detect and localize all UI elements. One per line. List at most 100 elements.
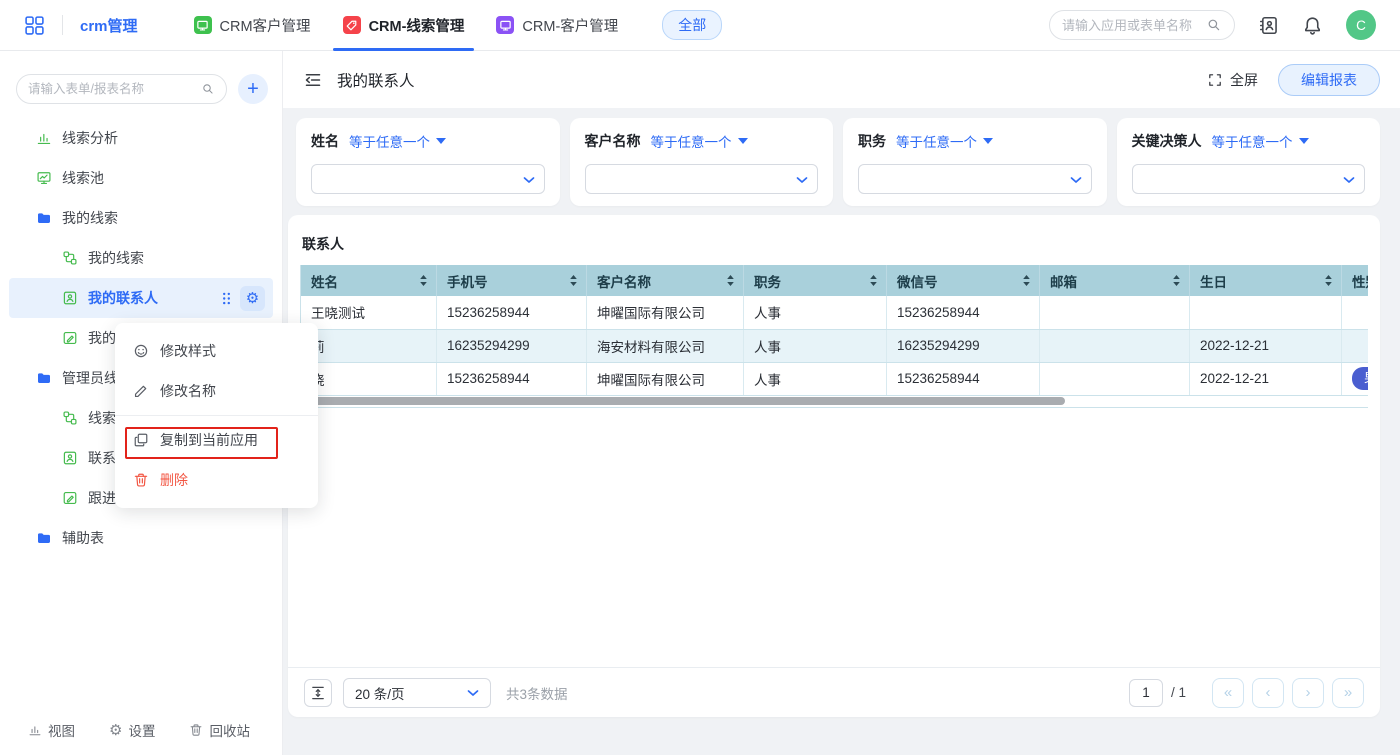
column-header-2[interactable]: 客户名称	[587, 265, 744, 296]
footer-label: 回收站	[209, 720, 250, 740]
sort-icon[interactable]	[726, 274, 735, 287]
next-page-button[interactable]: ›	[1292, 678, 1324, 708]
form-search-input[interactable]	[28, 82, 201, 96]
add-form-button[interactable]: +	[238, 74, 268, 104]
menu-item-modify-style[interactable]: 修改样式	[115, 331, 318, 371]
table-cell: 坤曜国际有限公司	[587, 362, 744, 395]
filter-value-select[interactable]	[311, 164, 545, 194]
chart-icon	[36, 130, 52, 146]
filter-value-select[interactable]	[858, 164, 1092, 194]
fullscreen-button[interactable]: 全屏	[1207, 70, 1258, 90]
app-tab-icon	[343, 16, 361, 34]
prev-page-button[interactable]: ‹	[1252, 678, 1284, 708]
table-cell: 坤曜国际有限公司	[587, 296, 744, 329]
sort-icon[interactable]	[569, 274, 578, 287]
menu-item-rename[interactable]: 修改名称	[115, 371, 318, 411]
filter-head: 关键决策人 等于任意一个	[1132, 131, 1366, 151]
workspace-home-link[interactable]: crm管理	[80, 15, 138, 36]
pagination-bar: 20 条/页 共3条数据 / 1 « ‹ › »	[288, 667, 1380, 717]
menu-item-label: 修改样式	[160, 341, 216, 361]
report-header-actions: 全屏 编辑报表	[1207, 64, 1380, 96]
edit-report-button[interactable]: 编辑报表	[1278, 64, 1380, 96]
sidebar-item-3[interactable]: 我的线索	[0, 238, 282, 278]
form-search[interactable]	[16, 74, 227, 104]
table-cell	[1040, 329, 1190, 362]
column-label: 姓名	[311, 271, 338, 291]
caret-down-icon	[738, 138, 748, 144]
sort-icon[interactable]	[419, 274, 428, 287]
table-cell	[1342, 329, 1369, 362]
contact-icon	[62, 290, 78, 306]
copy-icon	[133, 432, 149, 448]
global-search-input[interactable]	[1062, 18, 1206, 33]
chevron-down-icon	[1343, 174, 1355, 186]
table-cell	[1040, 296, 1190, 329]
folder-icon	[36, 370, 52, 386]
row-height-button[interactable]	[304, 679, 332, 707]
form-settings-gear-icon[interactable]: ⚙	[240, 286, 265, 311]
sidebar-search-row: +	[0, 51, 282, 104]
filter-value-select[interactable]	[1132, 164, 1366, 194]
global-search[interactable]	[1049, 10, 1235, 40]
flow-icon	[62, 250, 78, 266]
footer-label: 设置	[128, 720, 155, 740]
sidebar-item-1[interactable]: 线索池	[0, 158, 282, 198]
menu-item-delete[interactable]: 删除	[115, 460, 318, 500]
table-cell: 王晓测试	[301, 296, 437, 329]
filter-condition-dropdown[interactable]: 等于任意一个	[651, 131, 748, 151]
trash-icon	[189, 723, 203, 737]
filter-condition-dropdown[interactable]: 等于任意一个	[896, 131, 993, 151]
menu-item-label: 复制到当前应用	[160, 430, 258, 450]
sort-icon[interactable]	[869, 274, 878, 287]
app-tab-1[interactable]: CRM-线索管理	[327, 0, 481, 51]
contacts-book-icon[interactable]	[1258, 15, 1279, 36]
search-icon	[201, 82, 215, 96]
sidebar-footer-2[interactable]: 回收站	[189, 720, 250, 740]
apps-grid-icon[interactable]	[24, 15, 45, 36]
sidebar-item-10[interactable]: 辅助表	[0, 518, 282, 558]
app-tab-label: CRM-客户管理	[522, 15, 618, 36]
column-header-1[interactable]: 手机号	[437, 265, 587, 296]
sort-icon[interactable]	[1022, 274, 1031, 287]
menu-item-copy-to-app[interactable]: 复制到当前应用	[115, 420, 318, 460]
sidebar-footer-0[interactable]: 视图	[28, 720, 75, 740]
app-tab-2[interactable]: CRM-客户管理	[480, 0, 634, 51]
filter-value-select[interactable]	[585, 164, 819, 194]
app-tab-0[interactable]: CRM客户管理	[178, 0, 327, 51]
sidebar-item-label: 我的线索	[88, 248, 144, 268]
user-avatar[interactable]: C	[1346, 10, 1376, 40]
filter-condition-dropdown[interactable]: 等于任意一个	[349, 131, 446, 151]
page-title: 我的联系人	[337, 69, 415, 91]
folder-icon	[36, 210, 52, 226]
scrollbar-thumb[interactable]	[300, 397, 1065, 405]
sidebar-item-4[interactable]: 我的联系人 ⚙	[9, 278, 273, 318]
first-page-button[interactable]: «	[1212, 678, 1244, 708]
drag-handle-icon[interactable]	[221, 291, 232, 306]
table-row: 王晓测试15236258944坤曜国际有限公司人事15236258944	[301, 296, 1369, 329]
column-header-5[interactable]: 邮箱	[1040, 265, 1190, 296]
filter-condition-dropdown[interactable]: 等于任意一个	[1212, 131, 1309, 151]
main-area: 我的联系人 全屏 编辑报表 姓名 等于任意一个 客户名称 等于任意一个 职务 等…	[283, 51, 1400, 755]
filter-label: 客户名称	[585, 131, 641, 151]
app-tab-icon	[194, 16, 212, 34]
page-size-select[interactable]: 20 条/页	[343, 678, 491, 708]
column-header-0[interactable]: 姓名	[301, 265, 437, 296]
sidebar-item-2[interactable]: 我的线索	[0, 198, 282, 238]
caret-down-icon	[1299, 138, 1309, 144]
page-number-input[interactable]	[1129, 679, 1163, 707]
collapse-sidebar-icon[interactable]	[303, 70, 323, 90]
selected-item-tools: ⚙	[221, 286, 265, 311]
notification-bell-icon[interactable]	[1302, 15, 1323, 36]
sidebar-footer-1[interactable]: ⚙设置	[109, 720, 155, 740]
all-apps-pill[interactable]: 全部	[662, 10, 722, 40]
pencil-icon	[133, 383, 149, 399]
column-header-3[interactable]: 职务	[744, 265, 887, 296]
column-header-4[interactable]: 微信号	[887, 265, 1040, 296]
sort-icon[interactable]	[1324, 274, 1333, 287]
column-header-6[interactable]: 生日	[1190, 265, 1342, 296]
column-header-7[interactable]: 性别	[1342, 265, 1369, 296]
sort-icon[interactable]	[1172, 274, 1181, 287]
last-page-button[interactable]: »	[1332, 678, 1364, 708]
table-cell: 人事	[744, 362, 887, 395]
sidebar-item-0[interactable]: 线索分析	[0, 118, 282, 158]
